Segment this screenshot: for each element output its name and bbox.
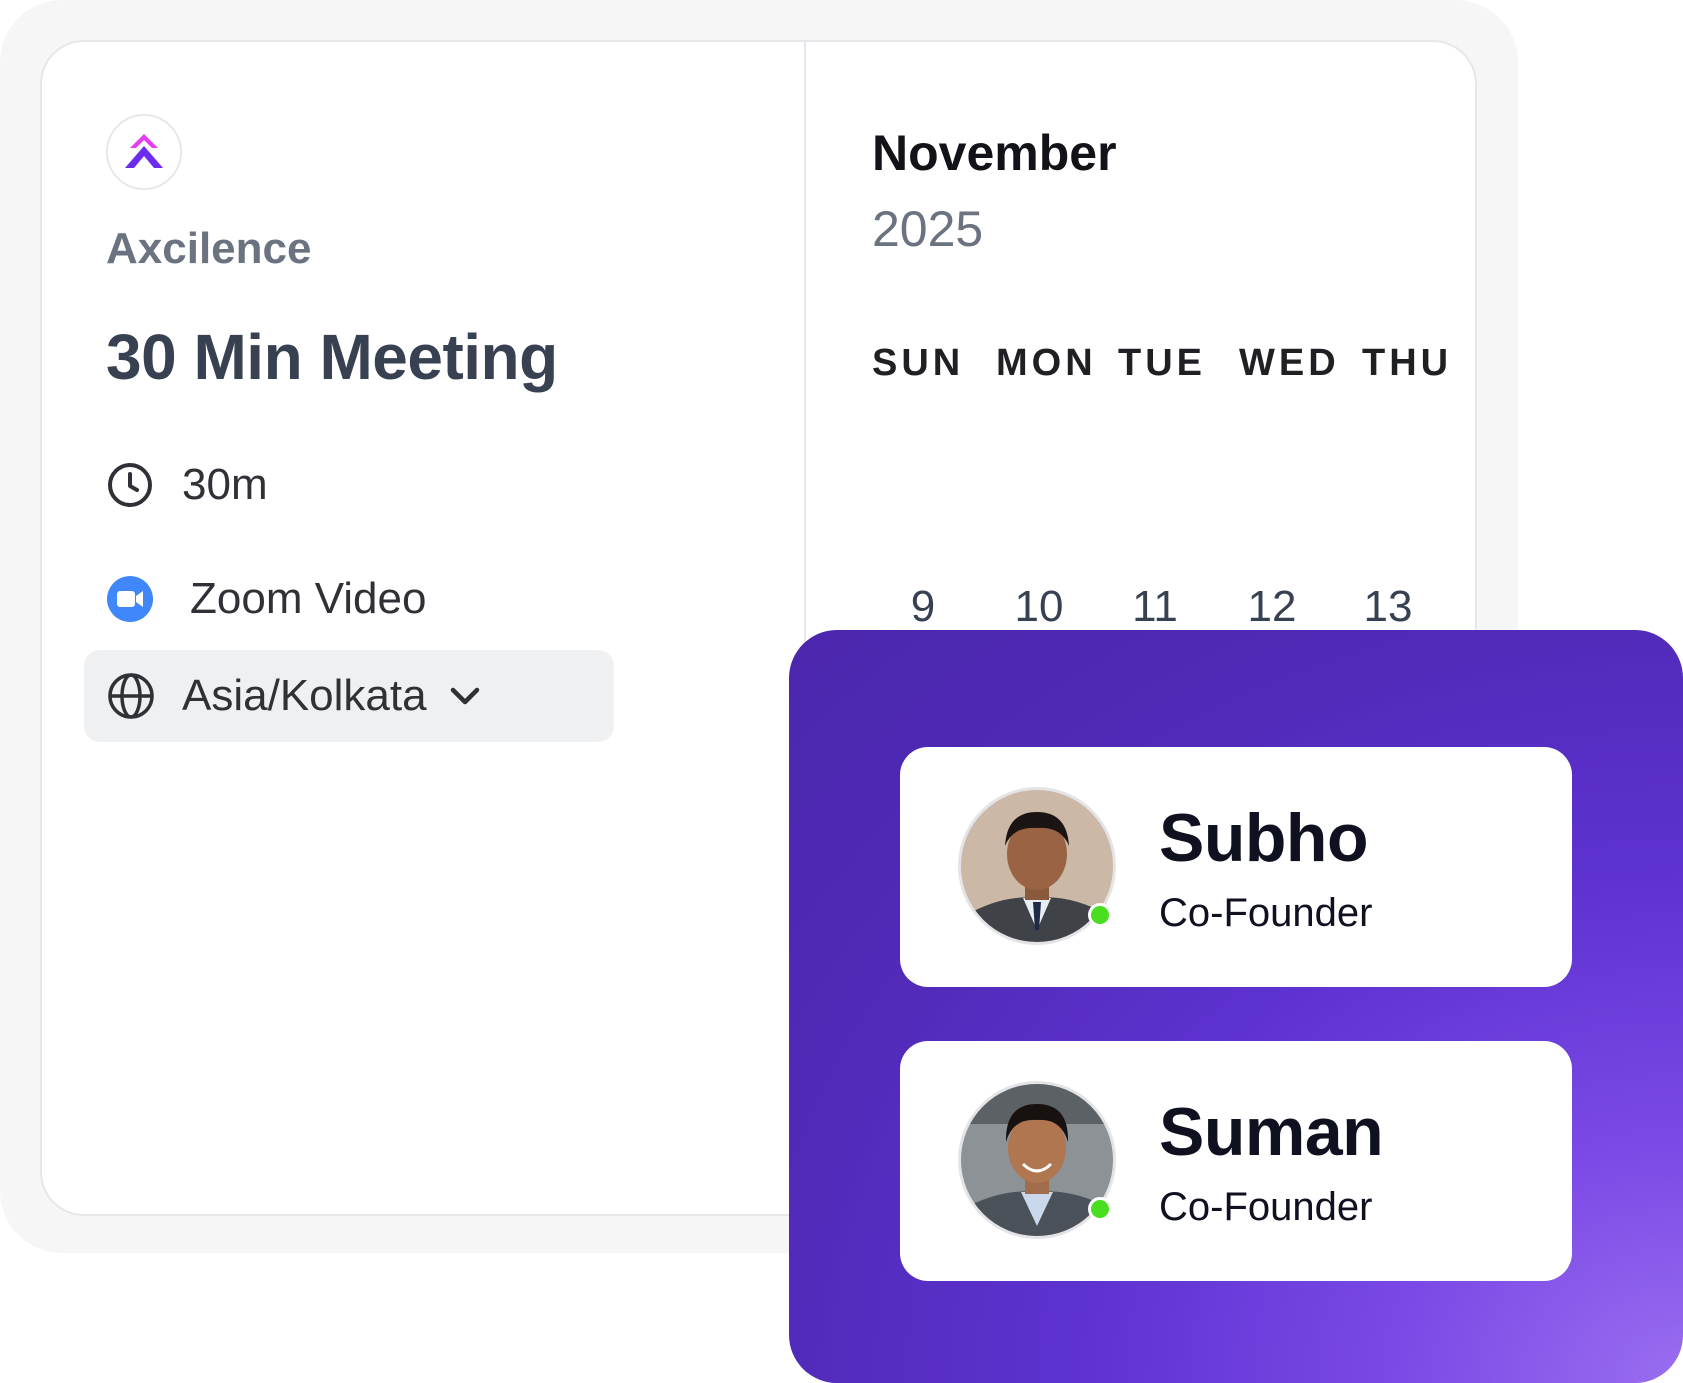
chevron-down-icon [445,676,485,716]
calendar-day-10[interactable]: 10 [999,582,1079,632]
timezone-label: Asia/Kolkata [182,671,427,720]
zoom-video-icon [107,576,153,622]
team-panel: Subho Co-Founder Suman Co-Founder [789,630,1683,1383]
axcilence-logo-icon [125,134,163,168]
member-card-subho[interactable]: Subho Co-Founder [900,747,1572,987]
calendar-day-12[interactable]: 12 [1232,582,1312,632]
clock-icon [108,463,152,507]
globe-icon [108,673,154,719]
online-status-indicator [1088,1197,1112,1221]
weekday-thu: THU [1362,342,1453,384]
calendar-day-9[interactable]: 9 [883,582,963,632]
member-name: Subho [1159,800,1369,876]
weekday-sun: SUN [872,342,965,384]
calendar-day-11[interactable]: 11 [1115,582,1195,632]
timezone-selector[interactable]: Asia/Kolkata [84,650,614,742]
calendar-day-13[interactable]: 13 [1348,582,1428,632]
online-status-indicator [1088,903,1112,927]
member-role: Co-Founder [1159,1185,1373,1229]
member-role: Co-Founder [1159,891,1373,935]
location-label: Zoom Video [190,574,427,623]
member-name: Suman [1159,1094,1384,1170]
duration-label: 30m [182,460,268,509]
avatar-subho [958,787,1116,945]
duration-row: 30m [106,460,268,510]
member-card-suman[interactable]: Suman Co-Founder [900,1041,1572,1281]
calendar-year: 2025 [872,201,984,257]
event-title: 30 Min Meeting [106,321,558,393]
weekday-tue: TUE [1118,342,1206,384]
org-logo [106,114,182,190]
calendar-month: November [872,125,1117,181]
weekday-wed: WED [1239,342,1340,384]
organization-name: Axcilence [106,224,312,273]
location-row: Zoom Video [106,574,426,624]
avatar-suman [958,1081,1116,1239]
weekday-mon: MON [996,342,1097,384]
